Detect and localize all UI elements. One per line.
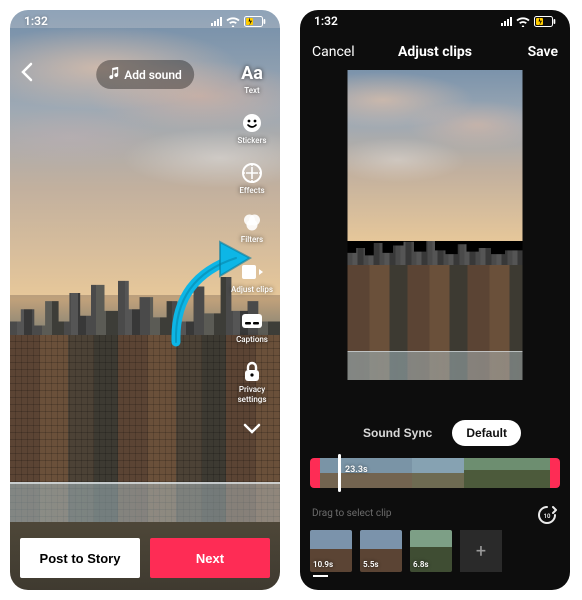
tool-captions[interactable]: Captions (230, 309, 274, 345)
tool-text[interactable]: Aa Text (230, 60, 274, 96)
status-bar: 1:32 (300, 10, 570, 32)
clip-thumb[interactable]: 5.5s (360, 530, 402, 572)
filters-icon (239, 209, 265, 235)
stickers-icon (239, 110, 265, 136)
effects-icon (239, 160, 265, 186)
preview-skyline (348, 241, 523, 266)
wifi-icon (516, 16, 530, 27)
balcony-rail (10, 482, 280, 522)
more-tools-button[interactable] (243, 420, 261, 439)
tool-privacy-label1: Privacy (239, 386, 265, 395)
signal-icon (211, 16, 222, 26)
battery-icon (244, 16, 266, 27)
timeline-segment[interactable] (412, 458, 464, 488)
post-to-story-button[interactable]: Post to Story (20, 538, 140, 578)
tool-privacy[interactable]: Privacy settings (230, 359, 274, 405)
mode-selector: Sound Sync Default (300, 420, 570, 446)
timeline[interactable]: 23.3s (310, 458, 560, 488)
adjust-clips-icon (239, 259, 265, 285)
save-button[interactable]: Save (528, 44, 558, 60)
add-sound-button[interactable]: Add sound (96, 60, 194, 89)
status-bar: 1:32 (10, 10, 280, 32)
clip-thumb[interactable]: 10.9s (310, 530, 352, 572)
privacy-icon (239, 359, 265, 385)
preview-city (348, 265, 523, 380)
music-note-icon (108, 67, 119, 82)
tool-filters[interactable]: Filters (230, 209, 274, 245)
clip-row: 10.9s 5.5s 6.8s + (310, 530, 560, 572)
status-time: 1:32 (314, 14, 338, 28)
timeline-total-label: 23.3s (345, 465, 368, 475)
battery-icon (534, 16, 556, 27)
drag-hint: Drag to select clip (312, 508, 392, 519)
back-button[interactable] (20, 62, 34, 86)
tool-text-label: Text (244, 87, 259, 96)
trim-handle-right-icon[interactable] (550, 458, 560, 488)
add-sound-label: Add sound (124, 68, 182, 82)
clip-thumb[interactable]: 6.8s (410, 530, 452, 572)
tool-privacy-label2: settings (238, 396, 267, 405)
status-right (501, 16, 556, 27)
editor-screen: 1:32 Add sound Aa Text Stickers (10, 10, 280, 590)
playhead-icon[interactable] (338, 454, 341, 492)
text-icon: Aa (239, 60, 265, 86)
status-time: 1:32 (24, 14, 48, 28)
wifi-icon (226, 16, 240, 27)
tool-effects-label: Effects (239, 187, 264, 196)
tool-effects[interactable]: Effects (230, 160, 274, 196)
side-toolbar: Aa Text Stickers Effects Filters Adjus (230, 60, 274, 439)
status-right (211, 16, 266, 27)
restart-button[interactable]: 10 (536, 504, 558, 530)
next-button[interactable]: Next (150, 538, 270, 578)
svg-text:10: 10 (544, 513, 551, 520)
tool-captions-label: Captions (236, 336, 268, 345)
plus-icon: + (476, 541, 486, 562)
tool-stickers[interactable]: Stickers (230, 110, 274, 146)
tool-stickers-label: Stickers (237, 137, 266, 146)
preview-sky (348, 70, 523, 241)
signal-icon (501, 16, 512, 26)
default-tab[interactable]: Default (452, 420, 521, 446)
clip-time: 6.8s (413, 560, 429, 569)
cancel-button[interactable]: Cancel (312, 44, 355, 60)
bottom-bar: Post to Story Next (20, 538, 270, 578)
top-nav: Cancel Adjust clips Save (300, 44, 570, 60)
captions-icon (239, 309, 265, 335)
tool-adjust-label: Adjust clips (231, 286, 273, 295)
tool-filters-label: Filters (241, 236, 263, 245)
video-preview[interactable] (348, 70, 523, 380)
adjust-clips-screen: 1:32 Cancel Adjust clips Save Sound Sync… (300, 10, 570, 590)
clip-time: 10.9s (313, 560, 333, 569)
clip-time: 5.5s (363, 560, 379, 569)
timeline-segment[interactable] (464, 458, 550, 488)
tool-adjust-clips[interactable]: Adjust clips (230, 259, 274, 295)
sound-sync-tab[interactable]: Sound Sync (349, 420, 446, 446)
trim-handle-left-icon[interactable] (310, 458, 320, 488)
add-clip-button[interactable]: + (460, 530, 502, 572)
